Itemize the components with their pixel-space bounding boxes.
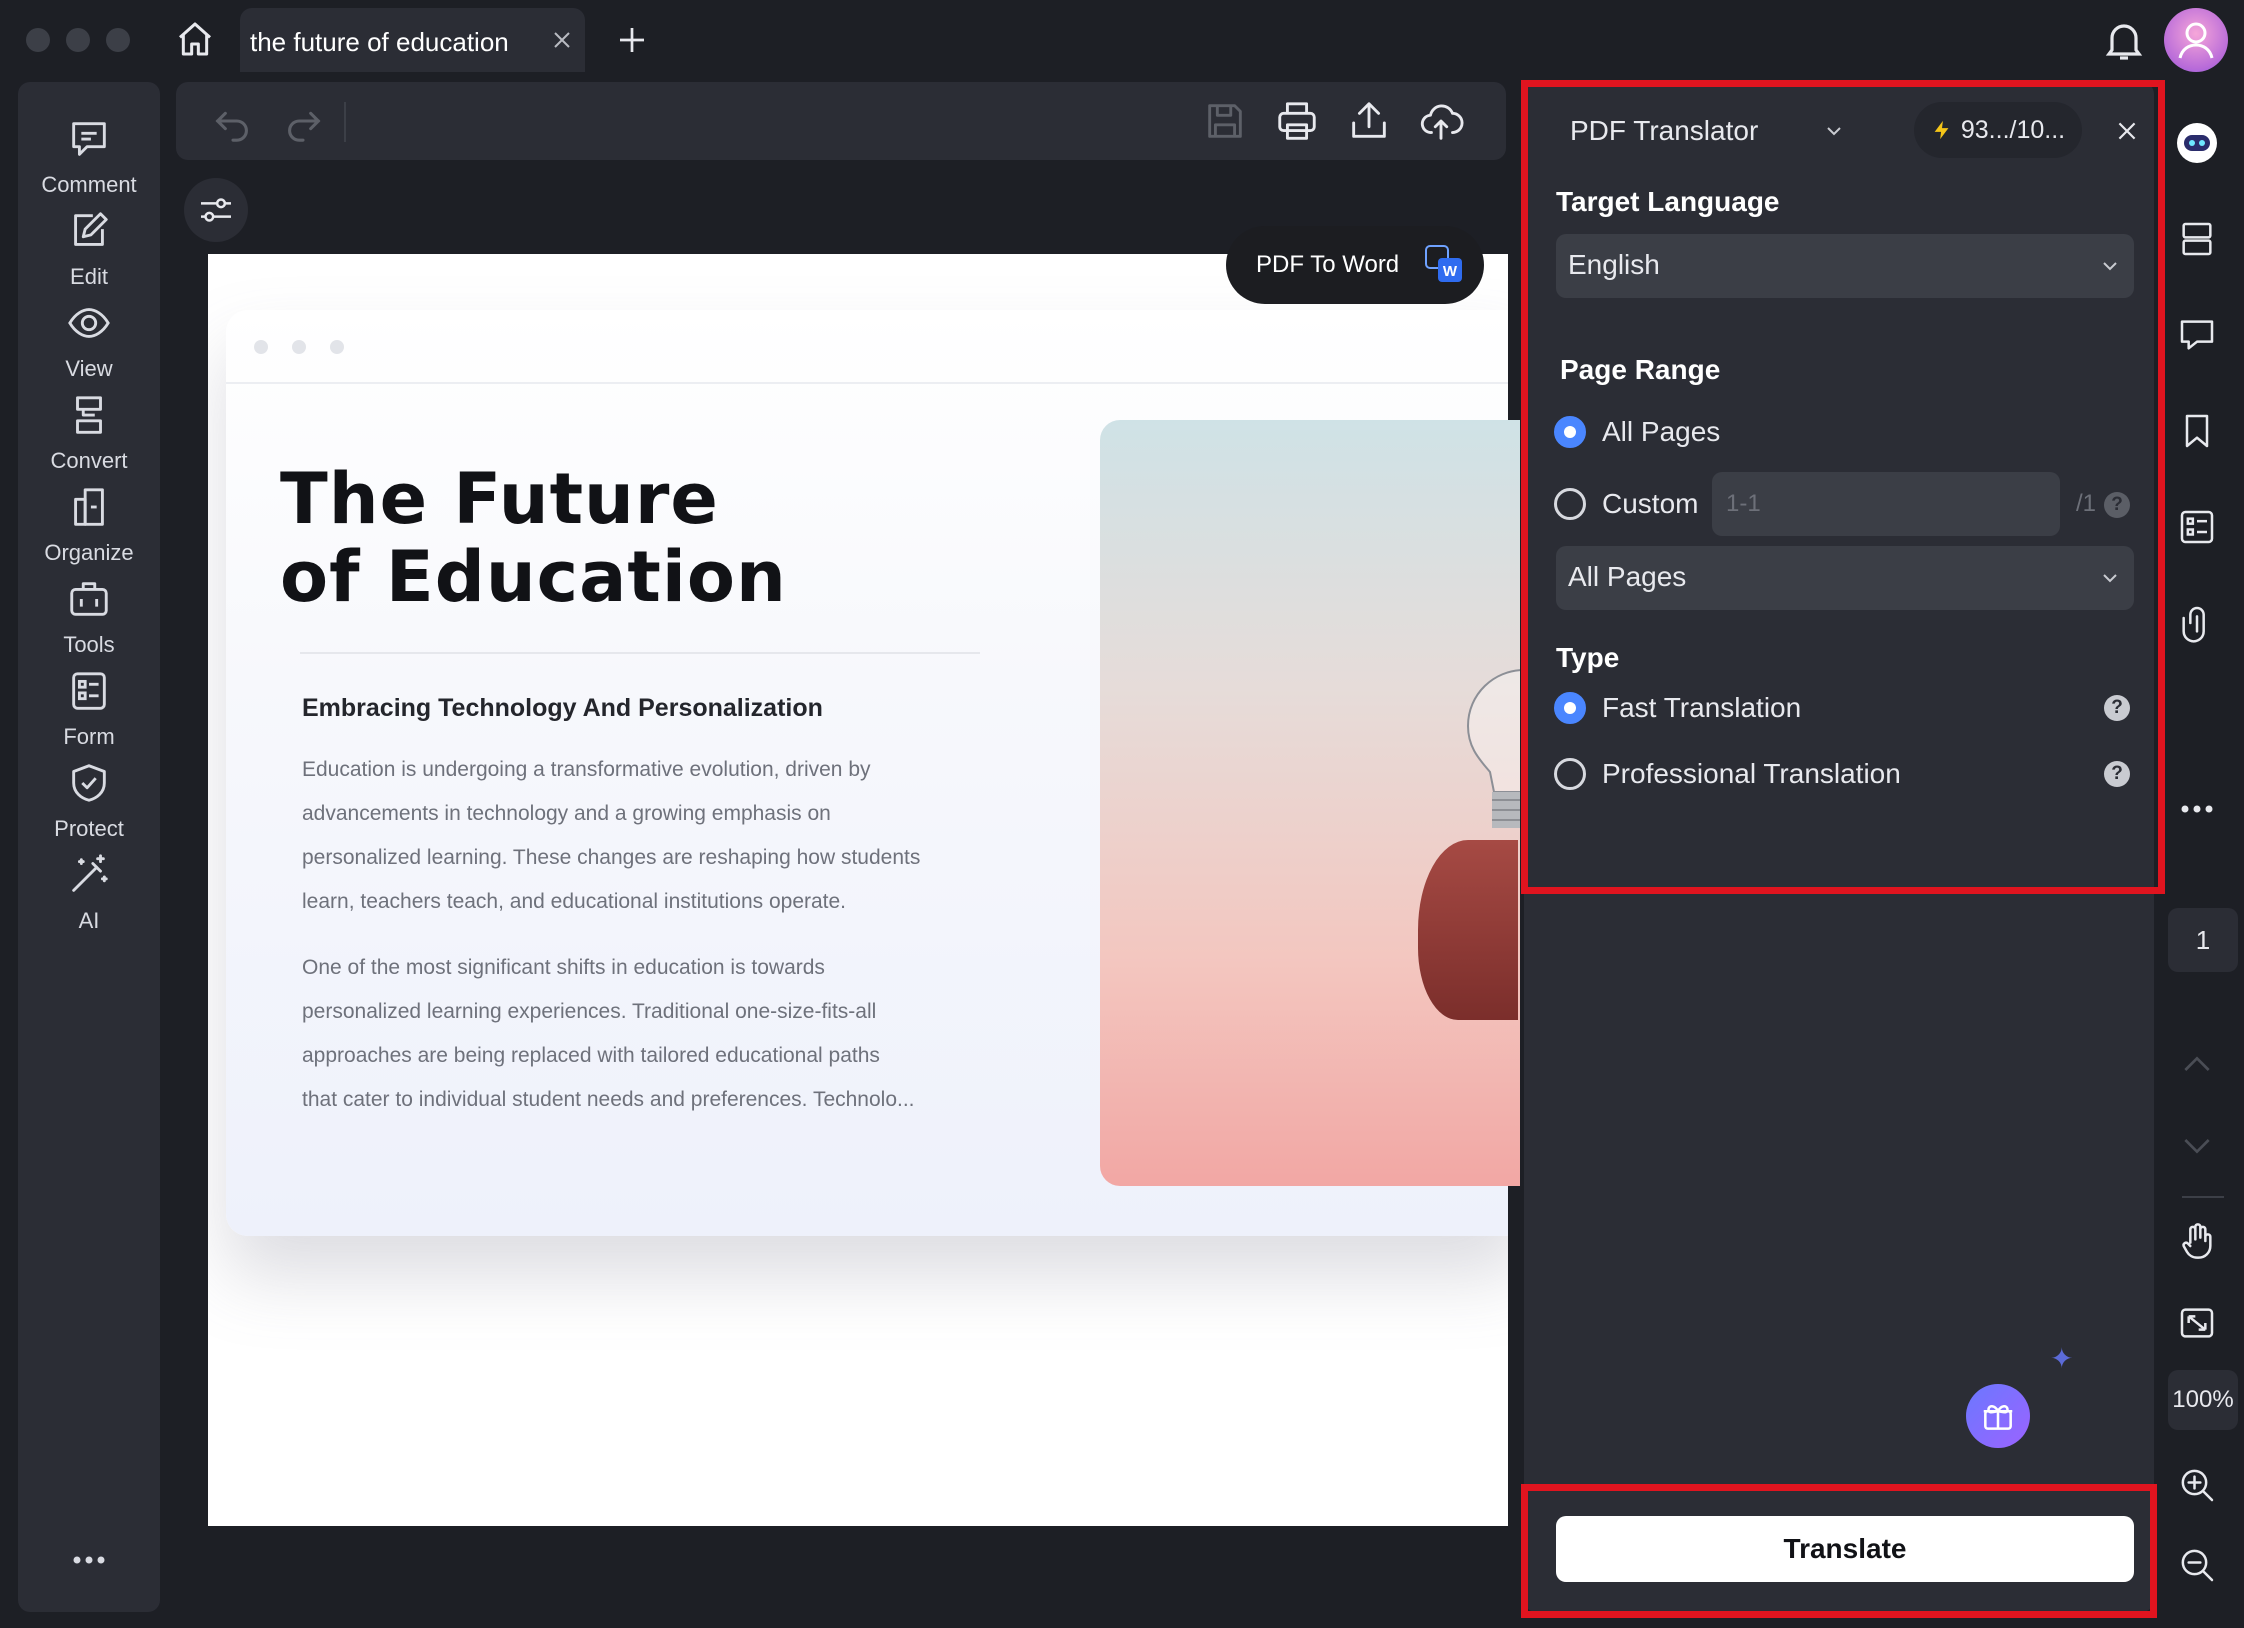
highlight-box-settings — [1521, 80, 2165, 894]
zoom-out-icon[interactable] — [2174, 1542, 2220, 1588]
paragraph-line: One of the most significant shifts in ed… — [302, 956, 825, 979]
lightbulb-icon — [1466, 669, 1520, 828]
document-paragraph: One of the most significant shifts in ed… — [302, 946, 1002, 1122]
undo-icon[interactable] — [210, 98, 256, 144]
lightbulb-photo — [1100, 420, 1520, 1186]
document-title-line: of Education — [280, 536, 787, 618]
ai-assistant-gift-button[interactable] — [1966, 1384, 2030, 1448]
window-close-dot[interactable] — [26, 28, 50, 52]
tools-icon — [66, 576, 112, 622]
form-icon — [66, 668, 112, 714]
document-paragraph: Education is undergoing a transformative… — [302, 748, 1002, 924]
mock-dot — [330, 340, 344, 354]
document-title-line: The Future — [280, 458, 719, 540]
redo-icon[interactable] — [280, 98, 326, 144]
print-icon[interactable] — [1274, 98, 1320, 144]
more-icon[interactable] — [69, 1548, 109, 1572]
convert-icon — [66, 392, 112, 438]
chevron-down-icon[interactable] — [2174, 1122, 2220, 1168]
tab-title: the future of education — [250, 27, 509, 57]
document-divider — [300, 652, 980, 654]
mock-dot — [254, 340, 268, 354]
organize-icon — [66, 484, 112, 530]
save-icon[interactable] — [1202, 98, 1248, 144]
ai-robot-icon[interactable] — [2174, 120, 2220, 166]
top-toolbar — [176, 82, 1506, 160]
paragraph-line: approaches are being replaced with tailo… — [302, 1044, 880, 1067]
view-settings-sliders-icon[interactable] — [184, 178, 248, 242]
close-icon[interactable] — [550, 28, 574, 52]
paragraph-line: advancements in technology and a growing… — [302, 802, 831, 825]
protect-icon — [66, 760, 112, 806]
mock-browser-bar — [226, 310, 1508, 384]
hand-tool-icon[interactable] — [2174, 1218, 2220, 1264]
current-page-number[interactable]: 1 — [2168, 908, 2238, 972]
left-tool-rail: Comment Edit View Convert Organize Tools — [18, 82, 160, 1612]
fit-page-icon[interactable] — [2174, 1300, 2220, 1346]
pdf-to-word-label: PDF To Word — [1256, 251, 1400, 278]
bell-icon[interactable] — [2100, 16, 2148, 64]
window-minimize-dot[interactable] — [66, 28, 90, 52]
rail-label: AI — [78, 908, 100, 933]
share-icon[interactable] — [1346, 98, 1392, 144]
window-zoom-dot[interactable] — [106, 28, 130, 52]
document-subtitle: Embracing Technology And Personalization — [302, 694, 823, 722]
more-icon[interactable] — [2174, 786, 2220, 832]
cloud-upload-icon[interactable] — [1418, 98, 1464, 144]
home-icon[interactable] — [172, 16, 218, 62]
page-layout-icon[interactable] — [2174, 216, 2220, 262]
form-fields-icon[interactable] — [2174, 504, 2220, 550]
paragraph-line: that cater to individual student needs a… — [302, 1088, 915, 1111]
word-convert-icon: W — [1425, 245, 1462, 282]
sparkle-icon: ✦ — [2050, 1343, 2074, 1374]
attachment-icon[interactable] — [2174, 600, 2220, 646]
bookmark-icon[interactable] — [2174, 408, 2220, 454]
rail-divider — [2182, 1196, 2224, 1198]
paragraph-line: Education is undergoing a transformative… — [302, 758, 871, 781]
highlight-box-translate — [1521, 1484, 2157, 1618]
edit-icon — [66, 208, 112, 254]
zoom-level[interactable]: 100% — [2168, 1370, 2238, 1430]
new-tab-plus-icon[interactable] — [614, 22, 650, 58]
title-bar: the future of education — [0, 0, 2244, 80]
paragraph-line: learn, teachers teach, and educational i… — [302, 890, 847, 913]
gift-icon — [1983, 1405, 2013, 1430]
chevron-up-icon[interactable] — [2174, 1042, 2220, 1088]
comment-icon — [66, 116, 112, 162]
zoom-in-icon[interactable] — [2174, 1462, 2220, 1508]
right-rail: 1 100% — [2168, 82, 2238, 1612]
svg-text:W: W — [1443, 263, 1458, 280]
ai-wand-icon — [66, 852, 112, 898]
paragraph-line: personalized learning experiences. Tradi… — [302, 1000, 877, 1023]
rail-item-ai[interactable]: AI — [18, 838, 160, 948]
hand-shape — [1418, 840, 1518, 1020]
toolbar-divider — [344, 102, 346, 142]
mock-dot — [292, 340, 306, 354]
view-icon — [66, 300, 112, 346]
paragraph-line: personalized learning. These changes are… — [302, 846, 921, 869]
document-title: The Future of Education — [280, 460, 787, 616]
document-tab[interactable]: the future of education — [240, 8, 585, 72]
comment-icon[interactable] — [2174, 312, 2220, 358]
pdf-to-word-button[interactable]: PDF To Word W — [1226, 226, 1484, 304]
avatar[interactable] — [2164, 8, 2228, 72]
